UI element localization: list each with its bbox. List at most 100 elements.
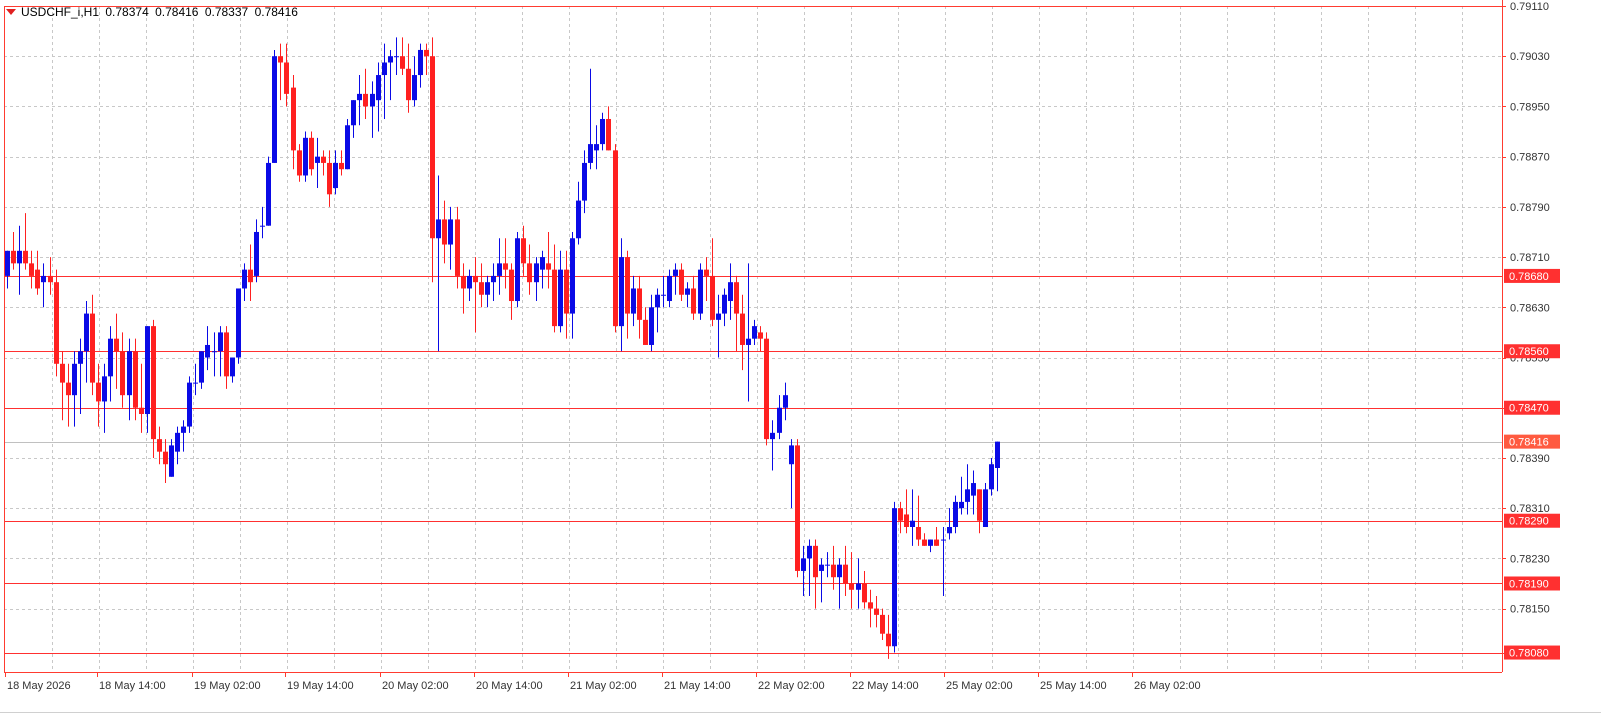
- candle-body: [448, 219, 453, 245]
- level-price-label-text: 0.78190: [1509, 578, 1549, 590]
- candle: [303, 131, 308, 182]
- candle-body: [48, 275, 53, 283]
- candle-body: [163, 451, 168, 465]
- candle-body: [667, 275, 672, 302]
- candle: [461, 263, 466, 314]
- candle-body: [941, 539, 946, 541]
- candle: [327, 150, 332, 207]
- candle: [54, 269, 59, 377]
- candle: [84, 301, 89, 383]
- candle-body: [843, 564, 848, 584]
- candle: [114, 313, 119, 389]
- candle-body: [230, 357, 235, 377]
- chart-window: 0.79110 0.79030 0.78950 0.78870 0.78790 0.787…: [0, 0, 1601, 713]
- candle-body: [430, 56, 435, 239]
- x-tick-label: 22 May 02:00: [758, 680, 825, 692]
- candle-body: [84, 313, 89, 352]
- candle-body: [673, 269, 678, 276]
- candle-body: [370, 93, 375, 107]
- candle: [163, 439, 168, 484]
- candle-body: [455, 219, 460, 276]
- candle-body: [248, 269, 253, 283]
- candle-body: [297, 150, 302, 176]
- candle-body: [327, 162, 332, 195]
- candle-body: [406, 68, 411, 101]
- candle-body: [661, 294, 666, 296]
- candle-body: [886, 633, 891, 647]
- candle: [819, 558, 824, 603]
- candle-body: [66, 382, 71, 396]
- candle: [862, 570, 867, 609]
- candle-body: [145, 326, 150, 415]
- level-price-label-text: 0.78560: [1509, 346, 1549, 358]
- candle-body: [218, 332, 223, 352]
- candle: [17, 225, 22, 295]
- collapse-triangle-icon[interactable]: [6, 9, 16, 15]
- candle: [934, 526, 939, 546]
- candle: [376, 62, 381, 132]
- candle: [783, 382, 788, 421]
- candle: [442, 200, 447, 264]
- candle-body: [303, 137, 308, 176]
- candle-body: [892, 508, 897, 647]
- candle: [625, 250, 630, 339]
- candle-body: [78, 351, 83, 364]
- candle: [418, 43, 423, 88]
- candle: [230, 357, 235, 383]
- candle-body: [728, 282, 733, 302]
- candle-body: [260, 225, 265, 227]
- candle: [41, 263, 46, 308]
- candle-body: [600, 118, 605, 145]
- candle-body: [953, 501, 958, 527]
- candle-body: [193, 382, 198, 384]
- candle-body: [934, 539, 939, 546]
- candle: [989, 457, 994, 496]
- candle-body: [102, 376, 107, 402]
- level-price-label-text: 0.78470: [1509, 403, 1549, 415]
- candle-body: [400, 56, 405, 69]
- candle-body: [594, 144, 599, 151]
- candle-body: [698, 269, 703, 314]
- candle: [983, 483, 988, 527]
- candle-body: [880, 614, 885, 634]
- level-price-label-text: 0.78080: [1509, 648, 1549, 660]
- candle: [606, 106, 611, 151]
- candle: [491, 263, 496, 302]
- candle: [704, 257, 709, 302]
- candle-body: [17, 250, 22, 264]
- candle-body: [752, 326, 757, 339]
- candle: [248, 244, 253, 302]
- candle: [151, 319, 156, 458]
- candle: [886, 614, 891, 659]
- candle: [72, 351, 77, 427]
- candle: [527, 244, 532, 295]
- candle: [345, 118, 350, 170]
- level-price-label: 0.78470: [1504, 400, 1560, 415]
- candle: [382, 43, 387, 119]
- candle-body: [521, 238, 526, 264]
- level-price-label-text: 0.78680: [1509, 271, 1549, 283]
- candle-body: [582, 162, 587, 201]
- x-tick-label: 19 May 14:00: [287, 680, 354, 692]
- candle-body: [837, 564, 842, 578]
- candle: [856, 558, 861, 609]
- y-tick-label: 0.78790: [1510, 202, 1550, 214]
- candle: [679, 263, 684, 302]
- candle: [655, 288, 660, 333]
- candle: [278, 43, 283, 101]
- candle-body: [856, 583, 861, 590]
- candle: [698, 263, 703, 320]
- candle-body: [576, 200, 581, 239]
- x-tick-label: 21 May 14:00: [664, 680, 731, 692]
- candle-body: [783, 395, 788, 408]
- candle-body: [11, 250, 16, 264]
- candle-body: [746, 338, 751, 345]
- candle-body: [60, 363, 65, 383]
- x-tick-label: 25 May 14:00: [1040, 680, 1107, 692]
- x-tick-label: 20 May 14:00: [476, 680, 543, 692]
- candle: [928, 539, 933, 553]
- candle-body: [272, 56, 277, 163]
- candle-body: [874, 608, 879, 615]
- level-price-label: 0.78080: [1504, 645, 1560, 660]
- level-price-label: 0.78680: [1504, 268, 1560, 283]
